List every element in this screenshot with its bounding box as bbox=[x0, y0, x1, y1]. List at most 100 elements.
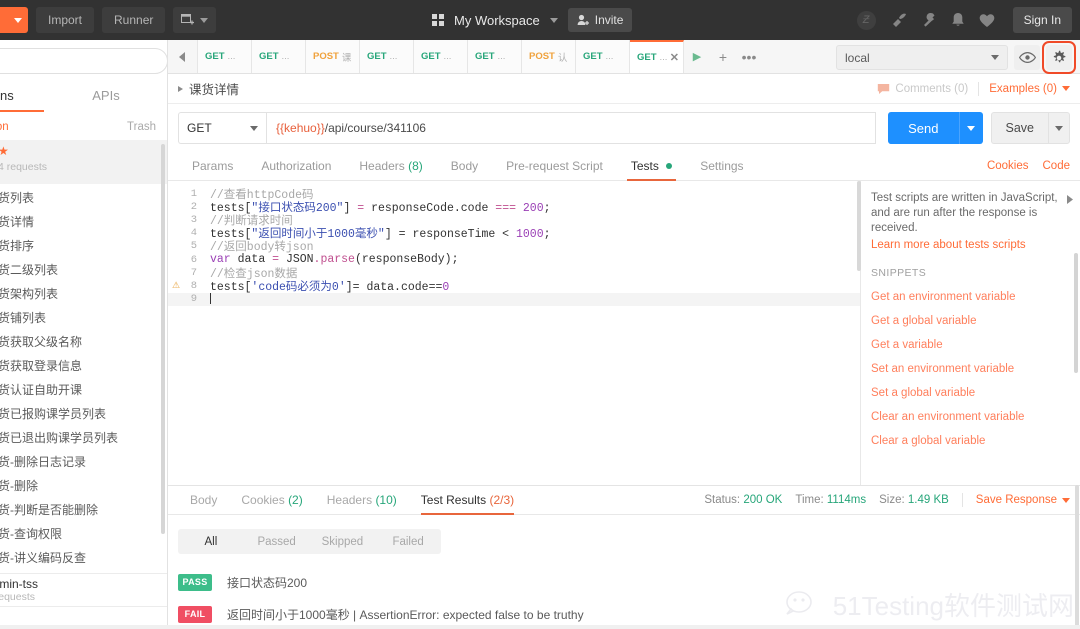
sidebar-tab-apis[interactable]: APIs bbox=[44, 80, 167, 112]
cookies-link[interactable]: Cookies bbox=[987, 160, 1029, 172]
code-link[interactable]: Code bbox=[1043, 160, 1071, 172]
sign-in-button[interactable]: Sign In bbox=[1012, 7, 1072, 33]
tab-authorization[interactable]: Authorization bbox=[247, 152, 345, 181]
filter-skipped[interactable]: Skipped bbox=[310, 536, 376, 548]
run-button[interactable]: ▶ bbox=[684, 40, 710, 73]
tab-params[interactable]: Params bbox=[178, 152, 247, 181]
ellipsis-icon[interactable]: ••• bbox=[736, 40, 762, 73]
new-collection-link[interactable]: New Collection bbox=[0, 121, 9, 133]
examples-button[interactable]: Examples (0) bbox=[989, 83, 1070, 95]
bell-icon[interactable] bbox=[951, 12, 965, 28]
comments-label: Comments (0) bbox=[895, 82, 969, 95]
request-tab[interactable]: GET ... bbox=[468, 40, 522, 73]
response-scrollbar[interactable] bbox=[1075, 485, 1079, 629]
list-item[interactable]: 课货排序 bbox=[0, 234, 167, 258]
response-tab-cookies[interactable]: Cookies (2) bbox=[229, 485, 314, 515]
send-options-button[interactable] bbox=[958, 112, 983, 144]
tab-pre-request-script[interactable]: Pre-request Script bbox=[492, 152, 617, 181]
sidebar-scrollbar[interactable] bbox=[161, 144, 165, 534]
request-tab[interactable]: GET ... bbox=[252, 40, 306, 73]
save-options-button[interactable] bbox=[1048, 112, 1070, 144]
snippet-item[interactable]: Clear an environment variable bbox=[871, 411, 1066, 423]
favorites-group[interactable]: ★ 4 requests bbox=[0, 140, 167, 184]
request-tab-active[interactable]: GET ... ✕ bbox=[630, 40, 684, 73]
list-item[interactable]: 课货获取父级名称 bbox=[0, 330, 167, 354]
snippets-learn-more-link[interactable]: Learn more about tests scripts bbox=[871, 239, 1066, 251]
tab-body[interactable]: Body bbox=[437, 152, 492, 181]
filter-passed[interactable]: Passed bbox=[244, 536, 310, 548]
new-window-button[interactable] bbox=[173, 7, 217, 33]
list-item[interactable]: 课货获取登录信息 bbox=[0, 354, 167, 378]
snippet-item[interactable]: Clear a global variable bbox=[871, 435, 1066, 447]
sidebar-tab-collections[interactable]: Collections bbox=[0, 80, 44, 112]
status-value: 200 OK bbox=[743, 494, 783, 506]
tab-headers[interactable]: Headers (8) bbox=[345, 152, 436, 181]
request-tab[interactable]: POST 课 bbox=[306, 40, 360, 73]
snippets-scrollbar[interactable] bbox=[1074, 253, 1078, 373]
list-item[interactable]: 课货-删除 bbox=[0, 474, 167, 498]
save-button[interactable]: Save bbox=[990, 112, 1048, 144]
close-icon[interactable]: ✕ bbox=[670, 51, 679, 64]
import-button[interactable]: Import bbox=[36, 7, 95, 33]
environment-settings-gear-button[interactable] bbox=[1042, 41, 1076, 74]
list-item[interactable]: 课货详情 bbox=[0, 210, 167, 234]
send-button[interactable]: Send bbox=[888, 112, 959, 144]
snippet-item[interactable]: Get a global variable bbox=[871, 315, 1066, 327]
comments-button[interactable]: Comments (0) bbox=[877, 83, 968, 95]
request-tab[interactable]: POST 认 bbox=[522, 40, 576, 73]
triangle-right-icon[interactable] bbox=[178, 85, 183, 92]
environment-select[interactable]: local bbox=[836, 45, 1008, 70]
code-line[interactable]: 5 //返回body转json bbox=[168, 240, 860, 254]
editor-scrollbar[interactable] bbox=[857, 181, 861, 271]
list-item[interactable]: 课货-判断是否能删除 bbox=[0, 498, 167, 522]
request-tab[interactable]: GET ... bbox=[198, 40, 252, 73]
list-item[interactable]: 课货铺列表 bbox=[0, 306, 167, 330]
filter-failed[interactable]: Failed bbox=[375, 536, 441, 548]
list-item[interactable]: 课货-讲义编码反查 bbox=[0, 546, 167, 570]
request-tab[interactable]: GET ... bbox=[576, 40, 630, 73]
circle-z-icon[interactable]: Ƶ bbox=[856, 10, 876, 30]
new-button[interactable] bbox=[0, 7, 28, 33]
save-response-button[interactable]: Save Response bbox=[976, 494, 1070, 506]
method-select[interactable]: GET bbox=[178, 112, 266, 144]
snippets-panel: Test scripts are written in JavaScript, … bbox=[861, 181, 1080, 485]
url-input[interactable]: {{kehuo}} /api/course/341106 bbox=[266, 112, 877, 144]
snippet-item[interactable]: Set a global variable bbox=[871, 387, 1066, 399]
trash-link[interactable]: Trash bbox=[127, 121, 156, 133]
tab-settings[interactable]: Settings bbox=[686, 152, 757, 181]
request-tab[interactable]: GET ... bbox=[414, 40, 468, 73]
list-item[interactable]: 课货已报购课学员列表 bbox=[0, 402, 167, 426]
list-item[interactable]: 课货架构列表 bbox=[0, 282, 167, 306]
snippet-item[interactable]: Set an environment variable bbox=[871, 363, 1066, 375]
snippet-item[interactable]: Get an environment variable bbox=[871, 291, 1066, 303]
list-item[interactable]: 课货列表 bbox=[0, 186, 167, 210]
heart-icon[interactable] bbox=[979, 13, 995, 28]
filter-all[interactable]: All bbox=[178, 536, 244, 548]
list-item[interactable]: 课货认证自助开课 bbox=[0, 378, 167, 402]
scroll-left-button[interactable] bbox=[168, 40, 198, 73]
response-tab-test-results[interactable]: Test Results (2/3) bbox=[409, 485, 526, 515]
runner-button[interactable]: Runner bbox=[102, 7, 166, 33]
code-editor[interactable]: 1//查看httpCode码 2 tests["接口状态码200"] = respo… bbox=[168, 181, 861, 485]
environment-quick-look-button[interactable] bbox=[1014, 45, 1040, 70]
invite-button[interactable]: Invite bbox=[567, 8, 633, 32]
request-tab[interactable]: GET ... bbox=[360, 40, 414, 73]
code-line[interactable]: ⚠ 8 tests['code码必须为0']= data.code==0 bbox=[168, 279, 860, 294]
collection-group-admin-tss[interactable]: admin-tss 6 requests bbox=[0, 577, 167, 603]
wrench-icon[interactable] bbox=[921, 12, 937, 28]
search-input[interactable] bbox=[0, 48, 167, 74]
snippet-item[interactable]: Get a variable bbox=[871, 339, 1066, 351]
response-tab-headers[interactable]: Headers (10) bbox=[315, 485, 409, 515]
tab-tests[interactable]: Tests bbox=[617, 152, 686, 181]
code-line[interactable]: 9 bbox=[168, 292, 860, 306]
plus-icon[interactable]: + bbox=[710, 40, 736, 73]
list-item[interactable]: 课货二级列表 bbox=[0, 258, 167, 282]
response-tab-body[interactable]: Body bbox=[178, 485, 229, 515]
list-item[interactable]: 课货-删除日志记录 bbox=[0, 450, 167, 474]
list-item[interactable]: 课货已退出购课学员列表 bbox=[0, 426, 167, 450]
workspace-switcher[interactable]: My Workspace Invite bbox=[432, 0, 633, 40]
tab-title: ... bbox=[659, 52, 668, 63]
snippets-collapse-button[interactable] bbox=[1066, 193, 1074, 207]
satellite-icon[interactable] bbox=[890, 12, 907, 28]
list-item[interactable]: 课货-查询权限 bbox=[0, 522, 167, 546]
